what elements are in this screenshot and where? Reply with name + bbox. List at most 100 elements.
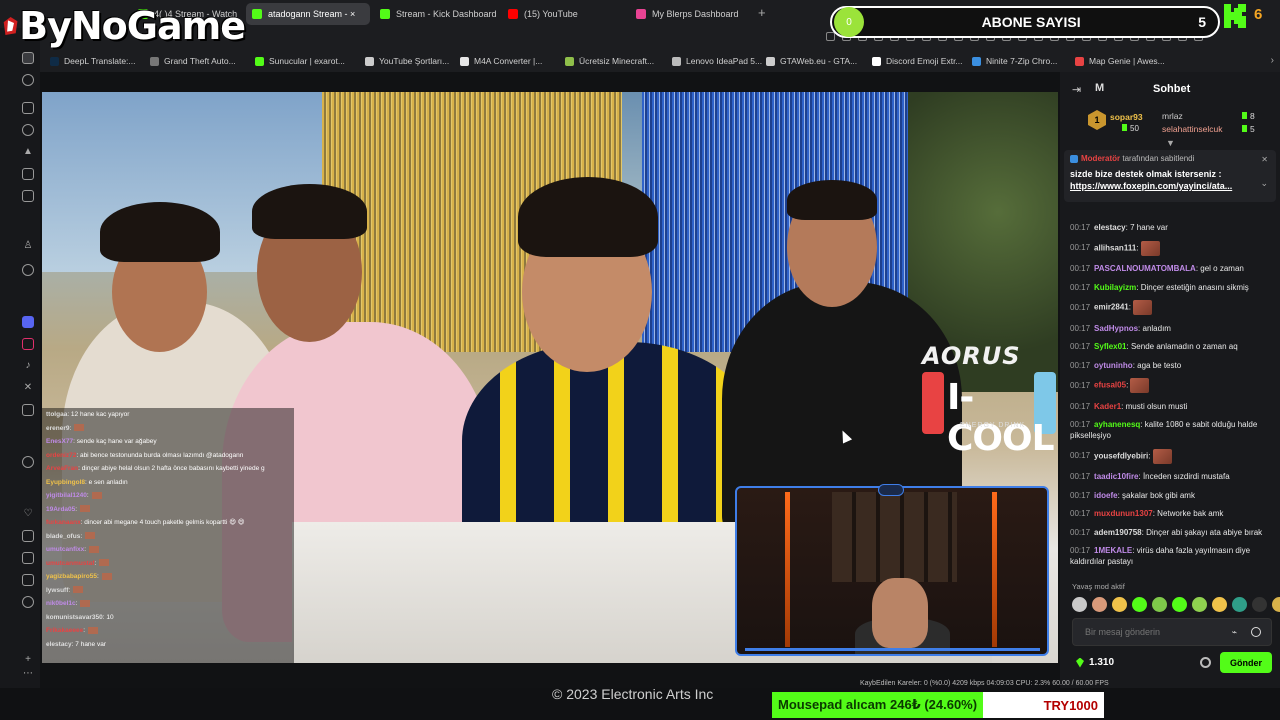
leader-third[interactable]: selahattinselcuk [1162, 124, 1222, 134]
leader-first[interactable]: sopar93 [1110, 112, 1143, 122]
message-user[interactable]: ayhanenesq [1094, 420, 1140, 429]
message-user[interactable]: idoefe [1094, 491, 1118, 500]
quick-emote-icon[interactable] [1192, 597, 1207, 612]
bookmark-2[interactable]: Sunucular | exarot... [255, 56, 345, 66]
quick-emote-icon[interactable] [1272, 597, 1280, 612]
play-icon[interactable] [22, 456, 34, 468]
quick-emote-icon[interactable] [1092, 597, 1107, 612]
quick-emote-icon[interactable] [1232, 597, 1247, 612]
extension-icon[interactable] [826, 32, 835, 41]
bookmark-10[interactable]: Map Genie | Awes... [1075, 56, 1165, 66]
more-icon[interactable]: ⋯ [22, 668, 34, 680]
quick-emote-icon[interactable] [1212, 597, 1227, 612]
quick-emotes [1072, 597, 1280, 612]
bookmark-1[interactable]: Grand Theft Auto... [150, 56, 236, 66]
leader-second[interactable]: mrlaz [1162, 111, 1183, 121]
add-icon[interactable]: + [22, 654, 34, 666]
bookmark-8[interactable]: Discord Emoji Extr... [872, 56, 963, 66]
chat-settings-icon[interactable] [1200, 657, 1211, 668]
x-icon[interactable]: ✕ [22, 382, 34, 394]
command-icon[interactable]: ⌁ [1232, 627, 1237, 638]
teams-icon[interactable] [22, 316, 34, 328]
chat-input[interactable] [1085, 619, 1225, 645]
tab-4[interactable]: My Blerps Dashboard [630, 3, 754, 25]
person-icon[interactable]: ♙ [22, 240, 34, 252]
tiktok-icon[interactable]: ♪ [22, 360, 34, 372]
emote-icon [1140, 240, 1160, 256]
bookmark-3[interactable]: YouTube Şortları... [365, 56, 449, 66]
emote-icon [1152, 448, 1172, 464]
bookmark-4[interactable]: M4A Converter |... [460, 56, 542, 66]
quick-emote-icon[interactable] [1172, 597, 1187, 612]
chat-mode-button[interactable]: M [1095, 82, 1104, 94]
message-user[interactable]: efusal05 [1094, 381, 1126, 390]
window-icon[interactable] [22, 168, 34, 180]
stack-icon[interactable] [22, 190, 34, 202]
phone-icon[interactable] [22, 552, 34, 564]
message-user[interactable]: taadic10fire [1094, 472, 1138, 481]
tab-2[interactable]: Stream - Kick Dashboard [374, 3, 498, 25]
instagram-icon[interactable] [22, 338, 34, 350]
bookmark-0[interactable]: DeepL Translate:... [50, 56, 136, 66]
bookmark-7[interactable]: GTAWeb.eu - GTA... [766, 56, 857, 66]
message-user[interactable]: Kader1 [1094, 402, 1121, 411]
message-user[interactable]: emir2841 [1094, 303, 1129, 312]
list-icon[interactable] [22, 574, 34, 586]
globe-icon[interactable] [22, 264, 34, 276]
overlay-chat-user: umutcanmustaf [46, 559, 95, 567]
expand-leaderboard-icon[interactable]: ▼ [1166, 138, 1175, 148]
quick-emote-icon[interactable] [1152, 597, 1167, 612]
expand-pinned-icon[interactable]: ⌄ [1260, 178, 1268, 189]
overlay-chat-text: : [86, 492, 89, 499]
message-user[interactable]: Syflex01 [1094, 342, 1126, 351]
overlay-chat-row: nik0bel1c: [46, 597, 294, 611]
overlay-chat-row: yigitbilal1240: [46, 489, 294, 503]
message-user[interactable]: allihsan111 [1094, 243, 1136, 252]
discord-icon[interactable] [22, 404, 34, 416]
unpin-icon[interactable]: ✕ [1261, 155, 1268, 164]
message-user[interactable]: SadHypnos [1094, 324, 1138, 333]
message-user[interactable]: yousefdlyebiri [1094, 451, 1148, 460]
media-icon[interactable] [22, 102, 34, 114]
collapse-chat-icon[interactable]: ⇥ [1072, 83, 1081, 96]
settings-circle-icon[interactable] [22, 124, 34, 136]
tab-3[interactable]: (15) YouTube [502, 3, 626, 25]
bookmark-9[interactable]: Ninite 7-Zip Chro... [972, 56, 1057, 66]
message-text: Networke bak amk [1154, 509, 1224, 518]
quick-emote-icon[interactable] [1132, 597, 1147, 612]
message-user[interactable]: adem190758 [1094, 528, 1142, 537]
message-user[interactable]: muxdunun1307 [1094, 509, 1153, 518]
triangle-icon[interactable]: ▲ [22, 146, 34, 158]
bookmark-favicon-icon [672, 56, 681, 66]
send-button[interactable]: Gönder [1220, 652, 1272, 673]
tab-1[interactable]: atadogann Stream - × [246, 3, 370, 25]
overlay-chat-row: Eyupbingol8: e sen anladın [46, 476, 294, 490]
overlay-chat-row: ttolgaa: 12 hane kac yapıyor [46, 408, 294, 422]
channel-points[interactable]: 1.310 [1076, 657, 1114, 668]
quick-emote-icon[interactable] [1072, 597, 1087, 612]
overlay-chat-text: : e sen anladın [85, 478, 128, 486]
home-icon[interactable] [22, 52, 34, 64]
message-user[interactable]: Kubilayizm [1094, 283, 1136, 292]
bookmark-6[interactable]: Lenovo IdeaPad 5... [672, 56, 762, 66]
emoji-icon[interactable] [1251, 627, 1261, 637]
clock-icon[interactable] [22, 74, 34, 86]
stream-stats: KaybEdilen Kareler: 0 (%0.0) 4209 kbps 0… [860, 680, 1109, 687]
chat-message: 00:17 oytuninho: aga be testo [1070, 360, 1272, 371]
bookmark-5[interactable]: Ücretsiz Minecraft... [565, 56, 654, 66]
message-user[interactable]: 1MEKALE [1094, 546, 1132, 555]
heart-icon[interactable]: ♡ [22, 508, 34, 520]
quick-emote-icon[interactable] [1252, 597, 1267, 612]
message-time: 00:17 [1070, 282, 1091, 292]
message-user[interactable]: elestacy [1094, 223, 1126, 232]
gear-icon[interactable] [22, 596, 34, 608]
card-icon[interactable] [22, 530, 34, 542]
overlay-chat-user: blade_ofus [46, 532, 81, 540]
pinned-link[interactable]: https://www.foxepin.com/yayinci/ata... [1070, 181, 1270, 191]
quick-emote-icon[interactable] [1112, 597, 1127, 612]
aorus-sponsor: AORUS [922, 342, 1021, 370]
message-user[interactable]: PASCALNOUMATOMBALA [1094, 264, 1196, 273]
more-bookmarks-icon[interactable]: › [1271, 55, 1274, 66]
new-tab-button[interactable]: + [758, 5, 766, 20]
message-user[interactable]: oytuninho [1094, 361, 1133, 370]
